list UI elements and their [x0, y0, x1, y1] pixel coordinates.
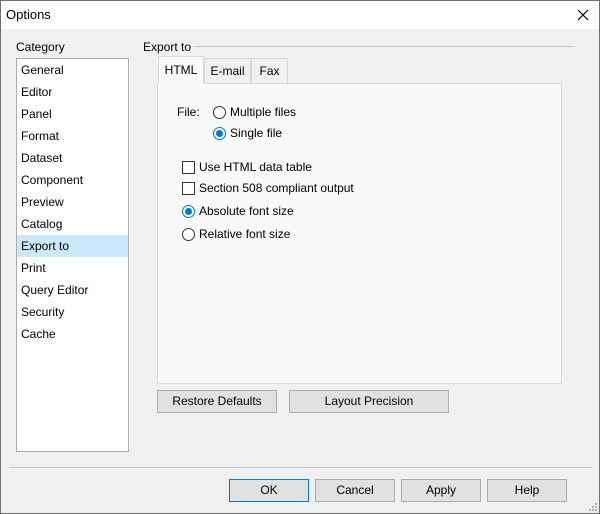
export-to-group-label: Export to — [143, 40, 192, 54]
category-label: Category — [16, 40, 65, 54]
multiple-files-radio[interactable] — [213, 106, 226, 119]
file-label: File: — [177, 105, 200, 119]
use-html-data-table-checkbox[interactable] — [182, 161, 195, 174]
close-button[interactable] — [567, 1, 599, 29]
window-title: Options — [6, 7, 51, 22]
help-button[interactable]: Help — [487, 479, 567, 502]
restore-defaults-button[interactable]: Restore Defaults — [157, 390, 277, 413]
category-item-cache[interactable]: Cache — [17, 323, 128, 345]
category-item-preview[interactable]: Preview — [17, 191, 128, 213]
category-item-security[interactable]: Security — [17, 301, 128, 323]
absolute-font-size-radio[interactable] — [182, 205, 195, 218]
resize-grip-icon[interactable] — [587, 501, 597, 511]
relative-font-size-label[interactable]: Relative font size — [199, 227, 290, 241]
apply-button[interactable]: Apply — [401, 479, 481, 502]
category-item-dataset[interactable]: Dataset — [17, 147, 128, 169]
use-html-data-table-label[interactable]: Use HTML data table — [199, 160, 312, 174]
category-item-panel[interactable]: Panel — [17, 103, 128, 125]
category-item-export-to[interactable]: Export to — [17, 235, 128, 257]
layout-precision-button[interactable]: Layout Precision — [289, 390, 449, 413]
options-dialog: Options Category General Editor Panel Fo… — [0, 0, 600, 514]
section-508-label[interactable]: Section 508 compliant output — [199, 181, 354, 195]
category-item-editor[interactable]: Editor — [17, 81, 128, 103]
title-bar: Options — [1, 1, 599, 29]
single-file-label[interactable]: Single file — [230, 126, 282, 140]
category-item-component[interactable]: Component — [17, 169, 128, 191]
ok-button[interactable]: OK — [229, 479, 309, 502]
category-list[interactable]: General Editor Panel Format Dataset Comp… — [16, 58, 129, 452]
footer-divider — [9, 467, 592, 468]
category-item-format[interactable]: Format — [17, 125, 128, 147]
close-icon — [577, 9, 589, 21]
category-item-general[interactable]: General — [17, 59, 128, 81]
tab-fax[interactable]: Fax — [251, 58, 288, 84]
section-508-checkbox[interactable] — [182, 182, 195, 195]
category-item-query-editor[interactable]: Query Editor — [17, 279, 128, 301]
single-file-radio[interactable] — [213, 127, 226, 140]
absolute-font-size-label[interactable]: Absolute font size — [199, 204, 294, 218]
multiple-files-label[interactable]: Multiple files — [230, 105, 296, 119]
tab-html[interactable]: HTML — [158, 56, 204, 84]
relative-font-size-radio[interactable] — [182, 228, 195, 241]
tab-email[interactable]: E-mail — [204, 58, 251, 84]
group-divider — [193, 46, 575, 47]
category-item-catalog[interactable]: Catalog — [17, 213, 128, 235]
category-item-print[interactable]: Print — [17, 257, 128, 279]
cancel-button[interactable]: Cancel — [315, 479, 395, 502]
